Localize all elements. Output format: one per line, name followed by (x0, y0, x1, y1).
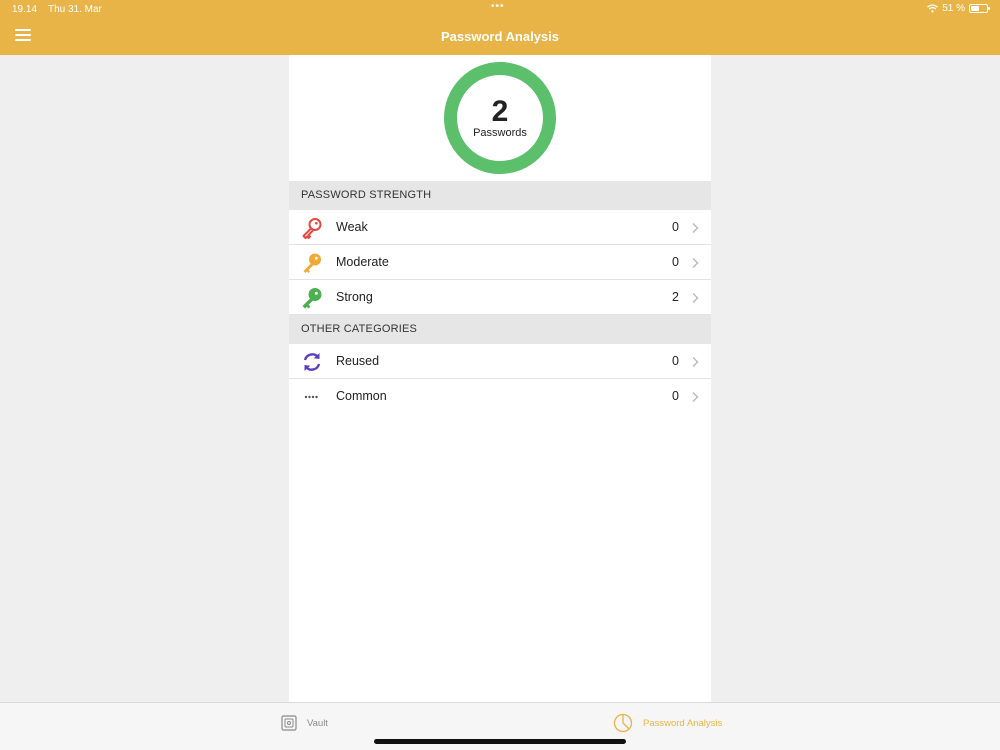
section-header-other: OTHER CATEGORIES (289, 315, 711, 344)
status-time: 19.14 Thu 31. Mar (12, 4, 102, 15)
row-strong[interactable]: Strong 2 (289, 280, 711, 315)
chevron-right-icon (692, 357, 699, 367)
status-date: Thu 31. Mar (47, 4, 102, 15)
row-label: Weak (336, 220, 368, 234)
page-title: Password Analysis (440, 29, 559, 44)
vault-icon (281, 715, 297, 731)
status-clock: 19.14 (12, 4, 38, 15)
top-bar: 19.14 Thu 31. Mar ••• 51 % Password Anal… (0, 0, 1000, 55)
chevron-right-icon (692, 293, 699, 303)
row-reused[interactable]: Reused 0 (289, 344, 711, 379)
password-count: 2 (491, 95, 509, 128)
tab-password-analysis[interactable]: Password Analysis (613, 711, 722, 735)
key-icon (303, 253, 321, 273)
row-count: 0 (672, 220, 679, 234)
row-common[interactable]: Common 0 (289, 379, 711, 414)
analysis-panel: 2 Passwords PASSWORD STRENGTH Weak 0 Mod… (289, 55, 711, 702)
section-header-strength: PASSWORD STRENGTH (289, 181, 711, 210)
chevron-right-icon (692, 392, 699, 402)
row-count: 0 (672, 389, 679, 403)
dots-icon (304, 395, 318, 399)
row-label: Strong (336, 290, 373, 304)
row-count: 0 (672, 354, 679, 368)
row-label: Common (336, 389, 387, 403)
row-weak[interactable]: Weak 0 (289, 210, 711, 245)
battery-percent: 51 % (942, 3, 965, 14)
key-icon (302, 288, 322, 309)
row-count: 2 (672, 290, 679, 304)
password-count-ring: 2 Passwords (444, 62, 556, 174)
chevron-right-icon (692, 223, 699, 233)
tab-vault[interactable]: Vault (281, 711, 328, 735)
multitask-dots[interactable]: ••• (491, 1, 505, 12)
refresh-icon (303, 353, 321, 371)
chevron-right-icon (692, 258, 699, 268)
row-label: Reused (336, 354, 380, 368)
battery-icon (969, 4, 990, 13)
row-moderate[interactable]: Moderate 0 (289, 245, 711, 280)
analysis-icon (613, 713, 633, 733)
status-indicators: 51 % (927, 3, 990, 14)
tab-label: Password Analysis (643, 717, 723, 729)
tab-label: Vault (307, 717, 328, 729)
row-count: 0 (672, 255, 679, 269)
row-label: Moderate (336, 255, 389, 269)
wifi-icon (927, 4, 939, 13)
password-count-label: Passwords (473, 127, 527, 139)
key-icon (302, 218, 322, 239)
home-indicator[interactable] (374, 739, 626, 744)
